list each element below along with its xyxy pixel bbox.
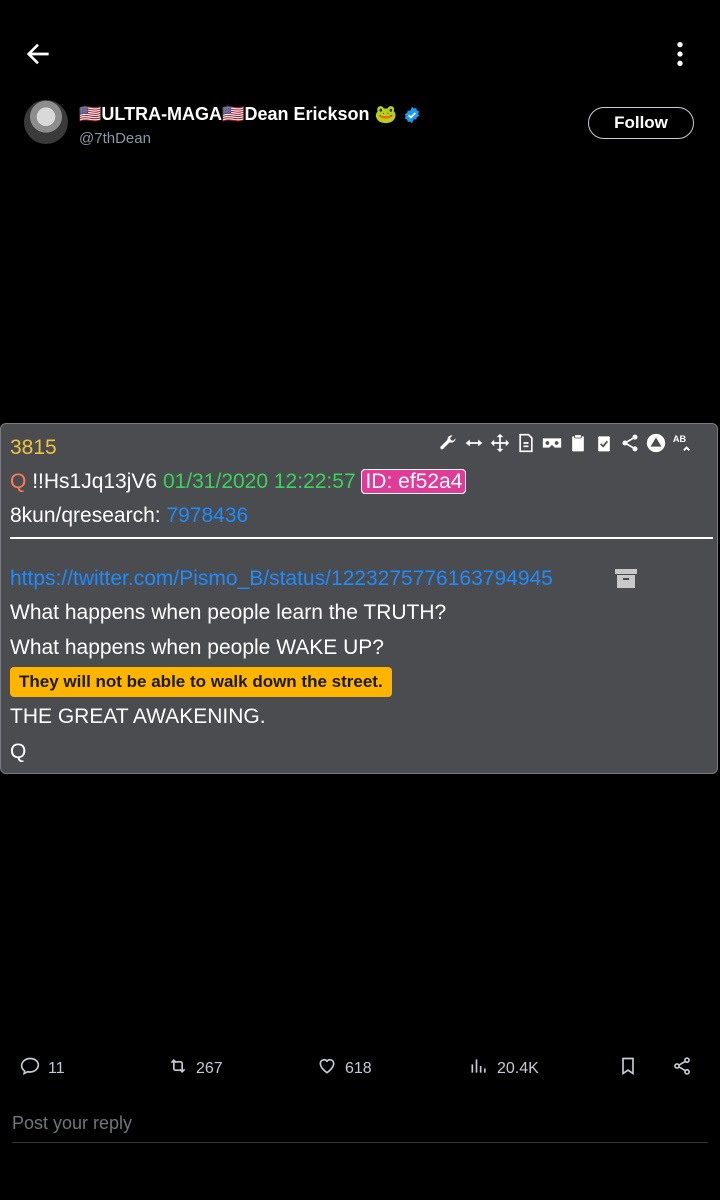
- bookmark-icon: [618, 1056, 638, 1081]
- archive-icon: [614, 567, 638, 589]
- twitter-status-link: https://twitter.com/Pismo_B/status/12232…: [10, 567, 553, 590]
- triangle-circle-icon: [645, 432, 667, 454]
- reply-count: 11: [48, 1059, 65, 1077]
- reply-action[interactable]: 11: [20, 1056, 65, 1081]
- move-icon: [489, 432, 511, 454]
- share-icon: [672, 1056, 692, 1081]
- post-id-badge: ID: ef52a4: [361, 469, 467, 494]
- post-number: 3815: [10, 436, 57, 459]
- views-chart-icon: [469, 1056, 489, 1081]
- like-action[interactable]: 618: [317, 1056, 372, 1081]
- repost-action[interactable]: 267: [168, 1056, 223, 1081]
- author-name-row: 🇺🇸ULTRA-MAGA🇺🇸Dean Erickson 🐸: [79, 104, 421, 125]
- tripcode: !!Hs1Jq13jV6: [32, 470, 158, 493]
- author-handle[interactable]: @7thDean: [79, 130, 151, 147]
- top-bar: [0, 0, 720, 100]
- divider: [10, 537, 713, 539]
- vr-glasses-icon: [541, 432, 563, 454]
- post-text-line: What happens when people learn the TRUTH…: [10, 601, 447, 624]
- verified-badge-icon: [403, 106, 421, 124]
- tweet-author: 🇺🇸ULTRA-MAGA🇺🇸Dean Erickson 🐸 @7thDean F…: [24, 100, 696, 150]
- post-signature: Q: [10, 740, 27, 763]
- reply-composer: [12, 1108, 708, 1143]
- clipboard-icon: [567, 432, 589, 454]
- clipboard-check-icon: [593, 432, 615, 454]
- embedded-board-post-image: 3815 AB Q !!Hs1Jq13jV6 01/31/2020 12:22:…: [0, 423, 718, 774]
- q-letter: Q: [10, 470, 27, 493]
- like-count: 618: [345, 1059, 372, 1077]
- repost-icon: [168, 1056, 188, 1081]
- follow-button[interactable]: Follow: [588, 107, 694, 139]
- share-button[interactable]: [672, 1056, 692, 1081]
- more-options-icon[interactable]: [664, 38, 696, 70]
- reply-input[interactable]: [12, 1108, 708, 1138]
- reply-icon: [20, 1056, 40, 1081]
- bookmark-button[interactable]: [618, 1056, 638, 1081]
- views-count: 20.4K: [497, 1059, 539, 1077]
- back-arrow-icon[interactable]: [22, 38, 54, 70]
- avatar[interactable]: [24, 100, 68, 144]
- views-action[interactable]: 20.4K: [469, 1056, 539, 1081]
- board-toolbar: AB: [437, 432, 693, 454]
- horizontal-arrows-icon: [463, 432, 485, 454]
- share-nodes-icon: [619, 432, 641, 454]
- document-icon: [515, 432, 537, 454]
- heart-icon: [317, 1056, 337, 1081]
- post-text-line: What happens when people WAKE UP?: [10, 636, 384, 659]
- board-name: 8kun/qresearch:: [10, 504, 161, 527]
- wrench-icon: [437, 432, 459, 454]
- repost-count: 267: [196, 1059, 223, 1077]
- translate-ab-icon: AB: [671, 432, 693, 454]
- post-meta: Q !!Hs1Jq13jV6 01/31/2020 12:22:57 ID: e…: [10, 469, 467, 494]
- post-text-line: THE GREAT AWAKENING.: [10, 705, 266, 728]
- post-datetime: 01/31/2020 12:22:57: [162, 470, 356, 493]
- highlighted-text: They will not be able to walk down the s…: [10, 667, 392, 697]
- reply-link-number: 7978436: [166, 504, 249, 527]
- author-display-name[interactable]: 🇺🇸ULTRA-MAGA🇺🇸Dean Erickson 🐸: [79, 104, 397, 125]
- tweet-action-bar: 11 267 618 20.4K: [0, 1050, 720, 1086]
- board-reference: 8kun/qresearch: 7978436: [10, 504, 248, 528]
- svg-text:AB: AB: [673, 434, 687, 444]
